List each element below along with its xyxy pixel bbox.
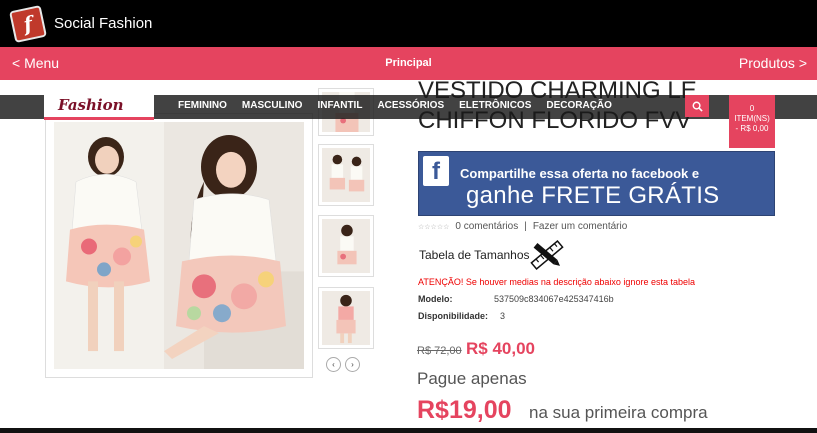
- thumbnail-arrows: ‹ ›: [326, 357, 360, 372]
- bottom-bar: [0, 428, 817, 433]
- thumbnail-2[interactable]: [318, 144, 374, 206]
- facebook-icon: f: [423, 156, 449, 186]
- nav-bar: < Menu Principal Produtos >: [0, 47, 817, 80]
- cart-label: ITEM(NS): [734, 114, 770, 123]
- rating-separator: |: [524, 221, 527, 232]
- product-main-image[interactable]: [45, 113, 313, 378]
- availability-row: Disponibilidade: 3: [418, 311, 505, 321]
- thumbnail-photo-icon: [322, 219, 370, 273]
- availability-value: 3: [500, 311, 506, 321]
- cart-button[interactable]: 0 ITEM(NS) - R$ 0,00: [729, 95, 775, 148]
- app-bar: f Social Fashion: [0, 0, 817, 47]
- pay-only-label: Pague apenas: [417, 369, 527, 388]
- product-photo-icon: [54, 122, 304, 369]
- comments-link[interactable]: 0 comentários: [455, 221, 518, 232]
- thumbnail-4[interactable]: [318, 287, 374, 349]
- facebook-banner-line2: ganhe FRETE GRÁTIS: [466, 182, 720, 209]
- app-title: Social Fashion: [54, 15, 153, 32]
- cart-count: 0: [749, 104, 755, 113]
- facebook-banner-line1: Compartilhe essa oferta no facebook e: [460, 166, 700, 181]
- main-link[interactable]: Principal: [0, 57, 817, 69]
- model-value: 537509c834067e425347416b: [494, 294, 614, 304]
- model-row: Modelo: 537509c834067e425347416b: [418, 294, 614, 304]
- facebook-share-banner[interactable]: f Compartilhe essa oferta no facebook e …: [418, 151, 775, 216]
- site-logo[interactable]: Fashion: [44, 93, 154, 120]
- search-button[interactable]: [685, 95, 709, 117]
- rating-stars-icon: ☆☆☆☆☆: [418, 223, 450, 231]
- category-feminino[interactable]: FEMININO: [178, 100, 227, 111]
- prev-arrow-icon[interactable]: ‹: [326, 357, 341, 372]
- model-label: Modelo:: [418, 294, 453, 304]
- search-icon: [692, 101, 703, 112]
- first-purchase-label: na sua primeira compra: [529, 403, 708, 422]
- size-table-link[interactable]: Tabela de Tamanhos: [419, 248, 530, 262]
- old-price: R$ 72,00: [417, 345, 462, 357]
- category-infantil[interactable]: INFANTIL: [317, 100, 362, 111]
- thumbnail-3[interactable]: [318, 215, 374, 277]
- products-button[interactable]: Produtos >: [739, 55, 807, 71]
- rating-row: ☆☆☆☆☆ 0 comentários | Fazer um comentári…: [418, 221, 627, 232]
- screen: f Social Fashion < Menu Principal Produt…: [0, 0, 817, 433]
- cart-total: - R$ 0,00: [735, 124, 769, 133]
- category-acessorios[interactable]: ACESSÓRIOS: [377, 100, 444, 111]
- make-comment-link[interactable]: Fazer um comentário: [533, 221, 627, 232]
- availability-label: Disponibilidade:: [418, 311, 489, 321]
- promo-price: R$19,00: [417, 396, 512, 424]
- category-decoracao[interactable]: DECORAÇÃO: [546, 100, 612, 111]
- ruler-pencil-icon: [530, 239, 564, 271]
- thumbnail-photo-icon: [322, 148, 370, 202]
- category-eletronicos[interactable]: ELETRÔNICOS: [459, 100, 531, 111]
- thumbnail-photo-icon: [322, 291, 370, 345]
- category-nav: FEMININO MASCULINO INFANTIL ACESSÓRIOS E…: [178, 100, 627, 111]
- category-masculino[interactable]: MASCULINO: [242, 100, 303, 111]
- next-arrow-icon[interactable]: ›: [345, 357, 360, 372]
- size-warning: ATENÇÃO! Se houver medias na descrição a…: [418, 277, 695, 287]
- app-logo-icon: f: [9, 4, 47, 43]
- current-price: R$ 40,00: [466, 339, 535, 358]
